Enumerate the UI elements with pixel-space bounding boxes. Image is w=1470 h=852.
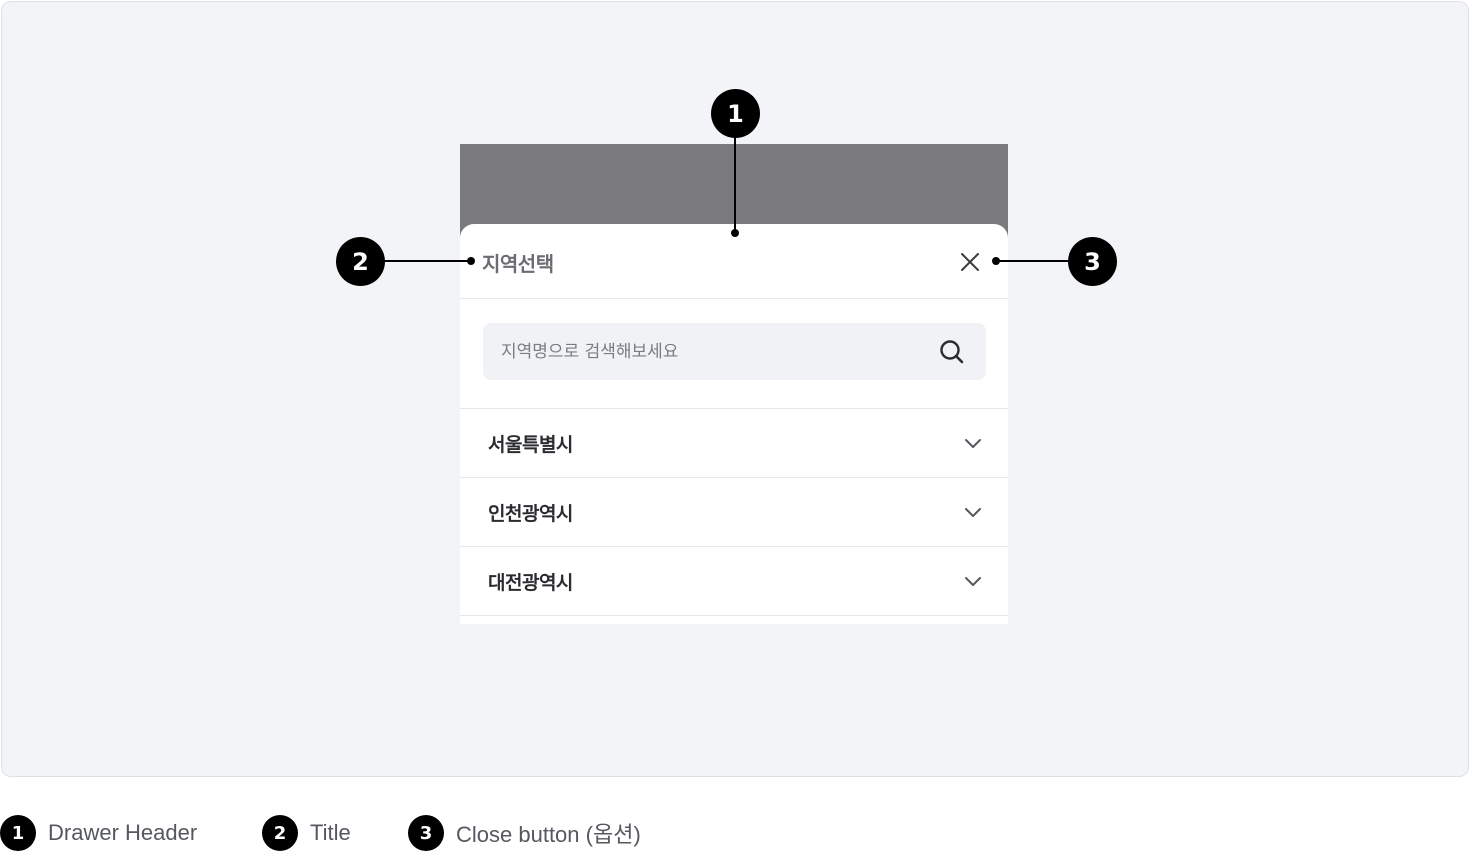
legend-badge: 1	[0, 815, 36, 851]
legend-label: Drawer Header	[48, 820, 198, 845]
legend-item-1: 1 Drawer Header	[0, 814, 197, 852]
legend-label: Title	[310, 820, 351, 845]
legend-label: Close button (옵션)	[456, 822, 641, 847]
legend-badge: 2	[262, 815, 298, 851]
annotation-dot-1	[731, 229, 739, 237]
annotation-dot-3	[992, 257, 1000, 265]
legend-item-2: 2 Title	[262, 814, 351, 852]
annotation-marker-1: 1	[711, 89, 760, 138]
annotation-marker-2: 2	[336, 237, 385, 286]
legend-item-3: 3 Close button (옵션)	[408, 814, 641, 852]
annotation-dot-2	[467, 257, 475, 265]
legend-badge: 3	[408, 815, 444, 851]
annotation-marker-3: 3	[1068, 237, 1117, 286]
